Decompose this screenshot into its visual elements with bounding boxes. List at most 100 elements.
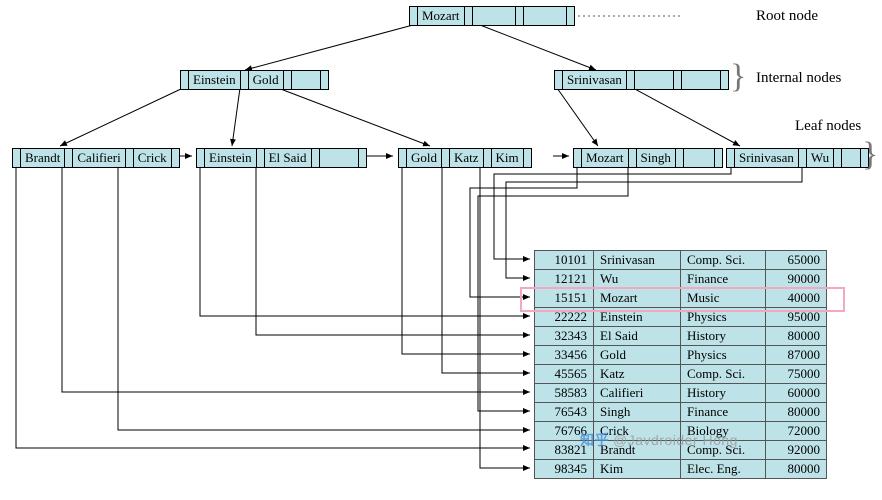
- cell-salary: 95000: [766, 308, 827, 327]
- cell-name: Califieri: [594, 384, 681, 403]
- pointer: [715, 149, 722, 167]
- cell-dept: Finance: [681, 270, 766, 289]
- cell-id: 33456: [535, 346, 594, 365]
- pointer: [674, 71, 682, 89]
- root-node: Mozart: [409, 6, 575, 26]
- table-row: 33456GoldPhysics87000: [535, 346, 827, 365]
- cell-name: Singh: [594, 403, 681, 422]
- cell-name: Gold: [594, 346, 681, 365]
- pointer: [567, 7, 574, 25]
- cell-salary: 80000: [766, 403, 827, 422]
- pointer: [574, 149, 582, 167]
- cell-salary: 75000: [766, 365, 827, 384]
- watermark: 知乎@Javdroider Hong: [580, 430, 738, 450]
- pointer: [516, 7, 524, 25]
- brace-icon: }: [862, 136, 878, 174]
- zhihu-logo-icon: 知乎: [580, 430, 609, 450]
- table-row: 22222EinsteinPhysics95000: [535, 308, 827, 327]
- leaf-key: Srinivasan: [735, 149, 799, 167]
- empty-key: [684, 149, 715, 167]
- cell-id: 15151: [535, 289, 594, 308]
- leaf-key: Wu: [807, 149, 834, 167]
- cell-name: Kim: [594, 460, 681, 479]
- pointer: [834, 149, 842, 167]
- leaf-node: Gold Katz Kim: [398, 148, 532, 168]
- pointer: [13, 149, 21, 167]
- pointer: [181, 71, 189, 89]
- leaf-key: Brandt: [21, 149, 65, 167]
- leaf-key: Singh: [637, 149, 676, 167]
- cell-id: 98345: [535, 460, 594, 479]
- cell-dept: Comp. Sci.: [681, 365, 766, 384]
- pointer: [727, 149, 735, 167]
- pointer: [284, 71, 292, 89]
- leaf-key: Gold: [407, 149, 442, 167]
- brace-icon: }: [730, 58, 746, 96]
- pointer: [442, 149, 450, 167]
- cell-name: Mozart: [594, 289, 681, 308]
- pointer: [555, 71, 563, 89]
- cell-id: 45565: [535, 365, 594, 384]
- leaf-key: Katz: [450, 149, 484, 167]
- leaf-key: Einstein: [205, 149, 257, 167]
- pointer: [799, 149, 807, 167]
- pointer: [721, 71, 728, 89]
- cell-salary: 80000: [766, 327, 827, 346]
- table-row: 32343El SaidHistory80000: [535, 327, 827, 346]
- cell-name: Einstein: [594, 308, 681, 327]
- internal-key: Srinivasan: [563, 71, 627, 89]
- internal-label: Internal nodes: [756, 70, 841, 87]
- cell-name: Srinivasan: [594, 251, 681, 270]
- pointer: [410, 7, 418, 25]
- pointer: [126, 149, 134, 167]
- cell-salary: 92000: [766, 441, 827, 460]
- empty-key: [682, 71, 721, 89]
- internal-node: Einstein Gold: [180, 70, 329, 90]
- cell-salary: 60000: [766, 384, 827, 403]
- cell-name: Wu: [594, 270, 681, 289]
- table-row: 45565KatzComp. Sci.75000: [535, 365, 827, 384]
- cell-salary: 87000: [766, 346, 827, 365]
- cell-salary: 80000: [766, 460, 827, 479]
- leaf-label: Leaf nodes: [795, 118, 861, 135]
- pointer: [257, 149, 265, 167]
- pointer: [676, 149, 684, 167]
- cell-salary: 72000: [766, 422, 827, 441]
- pointer: [629, 149, 637, 167]
- cell-dept: Music: [681, 289, 766, 308]
- cell-dept: History: [681, 327, 766, 346]
- leaf-node: Einstein El Said: [196, 148, 367, 168]
- cell-name: Katz: [594, 365, 681, 384]
- leaf-key: El Said: [265, 149, 312, 167]
- leaf-key: Kim: [492, 149, 524, 167]
- cell-id: 32343: [535, 327, 594, 346]
- leaf-key: Califieri: [73, 149, 125, 167]
- empty-key: [842, 149, 861, 167]
- cell-salary: 40000: [766, 289, 827, 308]
- pointer: [65, 149, 73, 167]
- pointer: [465, 7, 473, 25]
- empty-key: [524, 7, 567, 25]
- table-row: 58583CalifieriHistory60000: [535, 384, 827, 403]
- internal-key: Gold: [249, 71, 284, 89]
- internal-node: Srinivasan: [554, 70, 729, 90]
- cell-id: 58583: [535, 384, 594, 403]
- leaf-node: Srinivasan Wu: [726, 148, 869, 168]
- pointer: [241, 71, 249, 89]
- leaf-key: Mozart: [582, 149, 629, 167]
- leaf-node: Mozart Singh: [573, 148, 723, 168]
- root-label: Root node: [756, 8, 818, 25]
- cell-dept: Elec. Eng.: [681, 460, 766, 479]
- cell-salary: 90000: [766, 270, 827, 289]
- cell-dept: History: [681, 384, 766, 403]
- empty-key: [635, 71, 674, 89]
- cell-salary: 65000: [766, 251, 827, 270]
- empty-key: [320, 149, 359, 167]
- leaf-node: Brandt Califieri Crick: [12, 148, 180, 168]
- cell-name: El Said: [594, 327, 681, 346]
- pointer: [172, 149, 179, 167]
- empty-key: [292, 71, 321, 89]
- table-row: 98345KimElec. Eng.80000: [535, 460, 827, 479]
- table-row: 15151MozartMusic40000: [535, 289, 827, 308]
- pointer: [627, 71, 635, 89]
